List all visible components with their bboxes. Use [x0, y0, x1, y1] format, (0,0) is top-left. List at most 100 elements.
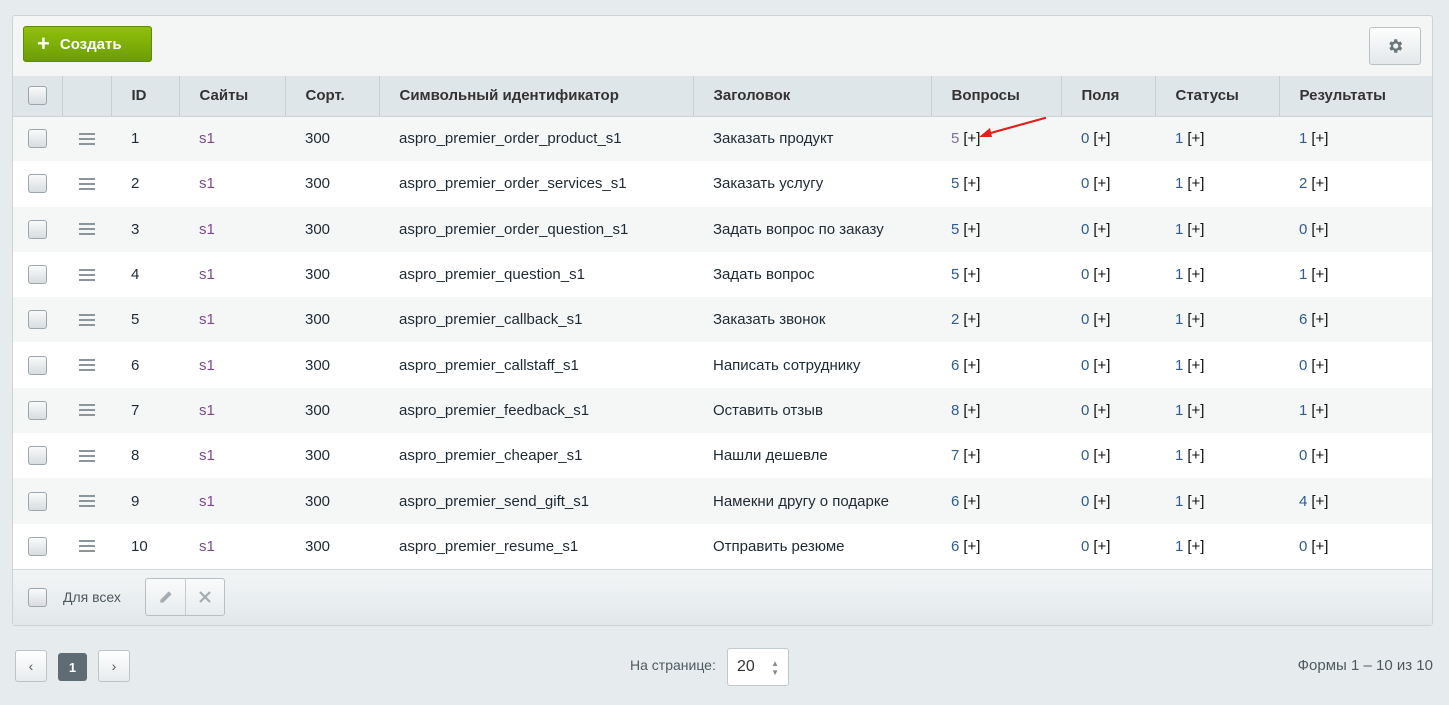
results-count-link[interactable]: 1 [1299, 130, 1307, 147]
delete-selected-button[interactable] [186, 579, 225, 615]
statuses-count-link[interactable]: 1 [1175, 402, 1183, 419]
add-field-link[interactable]: [+] [1093, 447, 1110, 464]
fields-count-link[interactable]: 0 [1081, 311, 1089, 328]
menu-icon[interactable] [78, 175, 95, 193]
row-checkbox[interactable] [28, 129, 47, 149]
row-select-cell[interactable] [13, 478, 62, 523]
results-count-link[interactable]: 0 [1299, 221, 1307, 238]
questions-count-link[interactable]: 5 [951, 266, 959, 283]
menu-icon[interactable] [78, 130, 95, 148]
site-link[interactable]: s1 [199, 130, 215, 147]
fields-count-link[interactable]: 0 [1081, 402, 1089, 419]
results-count-link[interactable]: 1 [1299, 402, 1307, 419]
statuses-count-link[interactable]: 1 [1175, 311, 1183, 328]
header-sort[interactable]: Сорт. [284, 76, 379, 117]
add-question-link[interactable]: [+] [963, 538, 980, 555]
row-select-cell[interactable] [13, 207, 62, 252]
add-field-link[interactable]: [+] [1093, 175, 1110, 192]
statuses-count-link[interactable]: 1 [1175, 221, 1183, 238]
header-sites[interactable]: Сайты [178, 76, 285, 117]
row-checkbox[interactable] [28, 491, 47, 511]
questions-count-link[interactable]: 8 [951, 402, 959, 419]
fields-count-link[interactable]: 0 [1081, 357, 1089, 374]
header-title[interactable]: Заголовок [692, 76, 931, 117]
add-status-link[interactable]: [+] [1187, 493, 1204, 510]
page-1-button[interactable]: 1 [58, 653, 87, 681]
fields-count-link[interactable]: 0 [1081, 266, 1089, 283]
questions-count-link[interactable]: 7 [951, 447, 959, 464]
questions-count-link[interactable]: 6 [951, 493, 959, 510]
row-menu-cell[interactable] [62, 161, 111, 206]
results-count-link[interactable]: 1 [1299, 266, 1307, 283]
add-field-link[interactable]: [+] [1093, 538, 1110, 555]
row-checkbox[interactable] [28, 355, 47, 375]
row-menu-cell[interactable] [62, 433, 111, 478]
row-menu-cell[interactable] [62, 116, 111, 161]
menu-icon[interactable] [78, 266, 95, 284]
questions-count-link[interactable]: 5 [951, 175, 959, 192]
site-link[interactable]: s1 [199, 357, 215, 374]
row-menu-cell[interactable] [62, 297, 111, 342]
site-link[interactable]: s1 [199, 175, 215, 192]
site-link[interactable]: s1 [199, 447, 215, 464]
row-select-cell[interactable] [13, 297, 62, 342]
prev-page-button[interactable]: ‹ [15, 650, 47, 682]
add-result-link[interactable]: [+] [1311, 266, 1328, 283]
row-checkbox[interactable] [28, 174, 47, 194]
fields-count-link[interactable]: 0 [1081, 221, 1089, 238]
table-row[interactable]: 1 s1 300 aspro_premier_order_product_s1 Зака… [13, 116, 1432, 162]
results-count-link[interactable]: 0 [1299, 538, 1307, 555]
menu-icon[interactable] [78, 447, 95, 465]
row-checkbox[interactable] [28, 400, 47, 420]
results-count-link[interactable]: 2 [1299, 175, 1307, 192]
site-link[interactable]: s1 [199, 311, 215, 328]
add-status-link[interactable]: [+] [1187, 538, 1204, 555]
add-status-link[interactable]: [+] [1187, 175, 1204, 192]
add-result-link[interactable]: [+] [1311, 538, 1328, 555]
questions-count-link[interactable]: 6 [951, 538, 959, 555]
per-page-select[interactable]: 20 ▲ ▼ [727, 648, 789, 686]
table-row[interactable]: 2 s1 300 aspro_premier_order_services_s1 Зак… [13, 161, 1432, 207]
questions-count-link[interactable]: 2 [951, 311, 959, 328]
header-questions[interactable]: Вопросы [930, 76, 1061, 117]
table-row[interactable]: 10 s1 300 aspro_premier_resume_s1 Отправить … [13, 523, 1432, 569]
add-field-link[interactable]: [+] [1093, 402, 1110, 419]
statuses-count-link[interactable]: 1 [1175, 357, 1183, 374]
create-button[interactable]: + Создать [23, 26, 152, 62]
header-fields[interactable]: Поля [1060, 76, 1155, 117]
next-page-button[interactable]: › [98, 650, 130, 682]
results-count-link[interactable]: 0 [1299, 447, 1307, 464]
fields-count-link[interactable]: 0 [1081, 175, 1089, 192]
add-field-link[interactable]: [+] [1093, 311, 1110, 328]
row-select-cell[interactable] [13, 116, 62, 161]
site-link[interactable]: s1 [199, 221, 215, 238]
statuses-count-link[interactable]: 1 [1175, 266, 1183, 283]
row-select-cell[interactable] [13, 342, 62, 387]
row-menu-cell[interactable] [62, 252, 111, 297]
add-result-link[interactable]: [+] [1311, 175, 1328, 192]
for-all-checkbox[interactable] [28, 588, 47, 607]
row-menu-cell[interactable] [62, 524, 111, 569]
table-row[interactable]: 4 s1 300 aspro_premier_question_s1 Задать во… [13, 251, 1432, 298]
fields-count-link[interactable]: 0 [1081, 493, 1089, 510]
menu-icon[interactable] [78, 356, 95, 374]
add-result-link[interactable]: [+] [1311, 221, 1328, 238]
add-field-link[interactable]: [+] [1093, 493, 1110, 510]
fields-count-link[interactable]: 0 [1081, 130, 1089, 147]
fields-count-link[interactable]: 0 [1081, 538, 1089, 555]
add-result-link[interactable]: [+] [1311, 447, 1328, 464]
add-status-link[interactable]: [+] [1187, 402, 1204, 419]
results-count-link[interactable]: 0 [1299, 357, 1307, 374]
add-field-link[interactable]: [+] [1093, 357, 1110, 374]
results-count-link[interactable]: 6 [1299, 311, 1307, 328]
add-question-link[interactable]: [+] [963, 493, 980, 510]
menu-icon[interactable] [78, 220, 95, 238]
results-count-link[interactable]: 4 [1299, 493, 1307, 510]
edit-selected-button[interactable] [146, 579, 186, 615]
table-row[interactable]: 5 s1 300 aspro_premier_callback_s1 Заказать … [13, 297, 1432, 343]
add-result-link[interactable]: [+] [1311, 493, 1328, 510]
add-question-link[interactable]: [+] [963, 266, 980, 283]
row-checkbox[interactable] [28, 446, 47, 466]
add-field-link[interactable]: [+] [1093, 221, 1110, 238]
menu-icon[interactable] [78, 492, 95, 510]
